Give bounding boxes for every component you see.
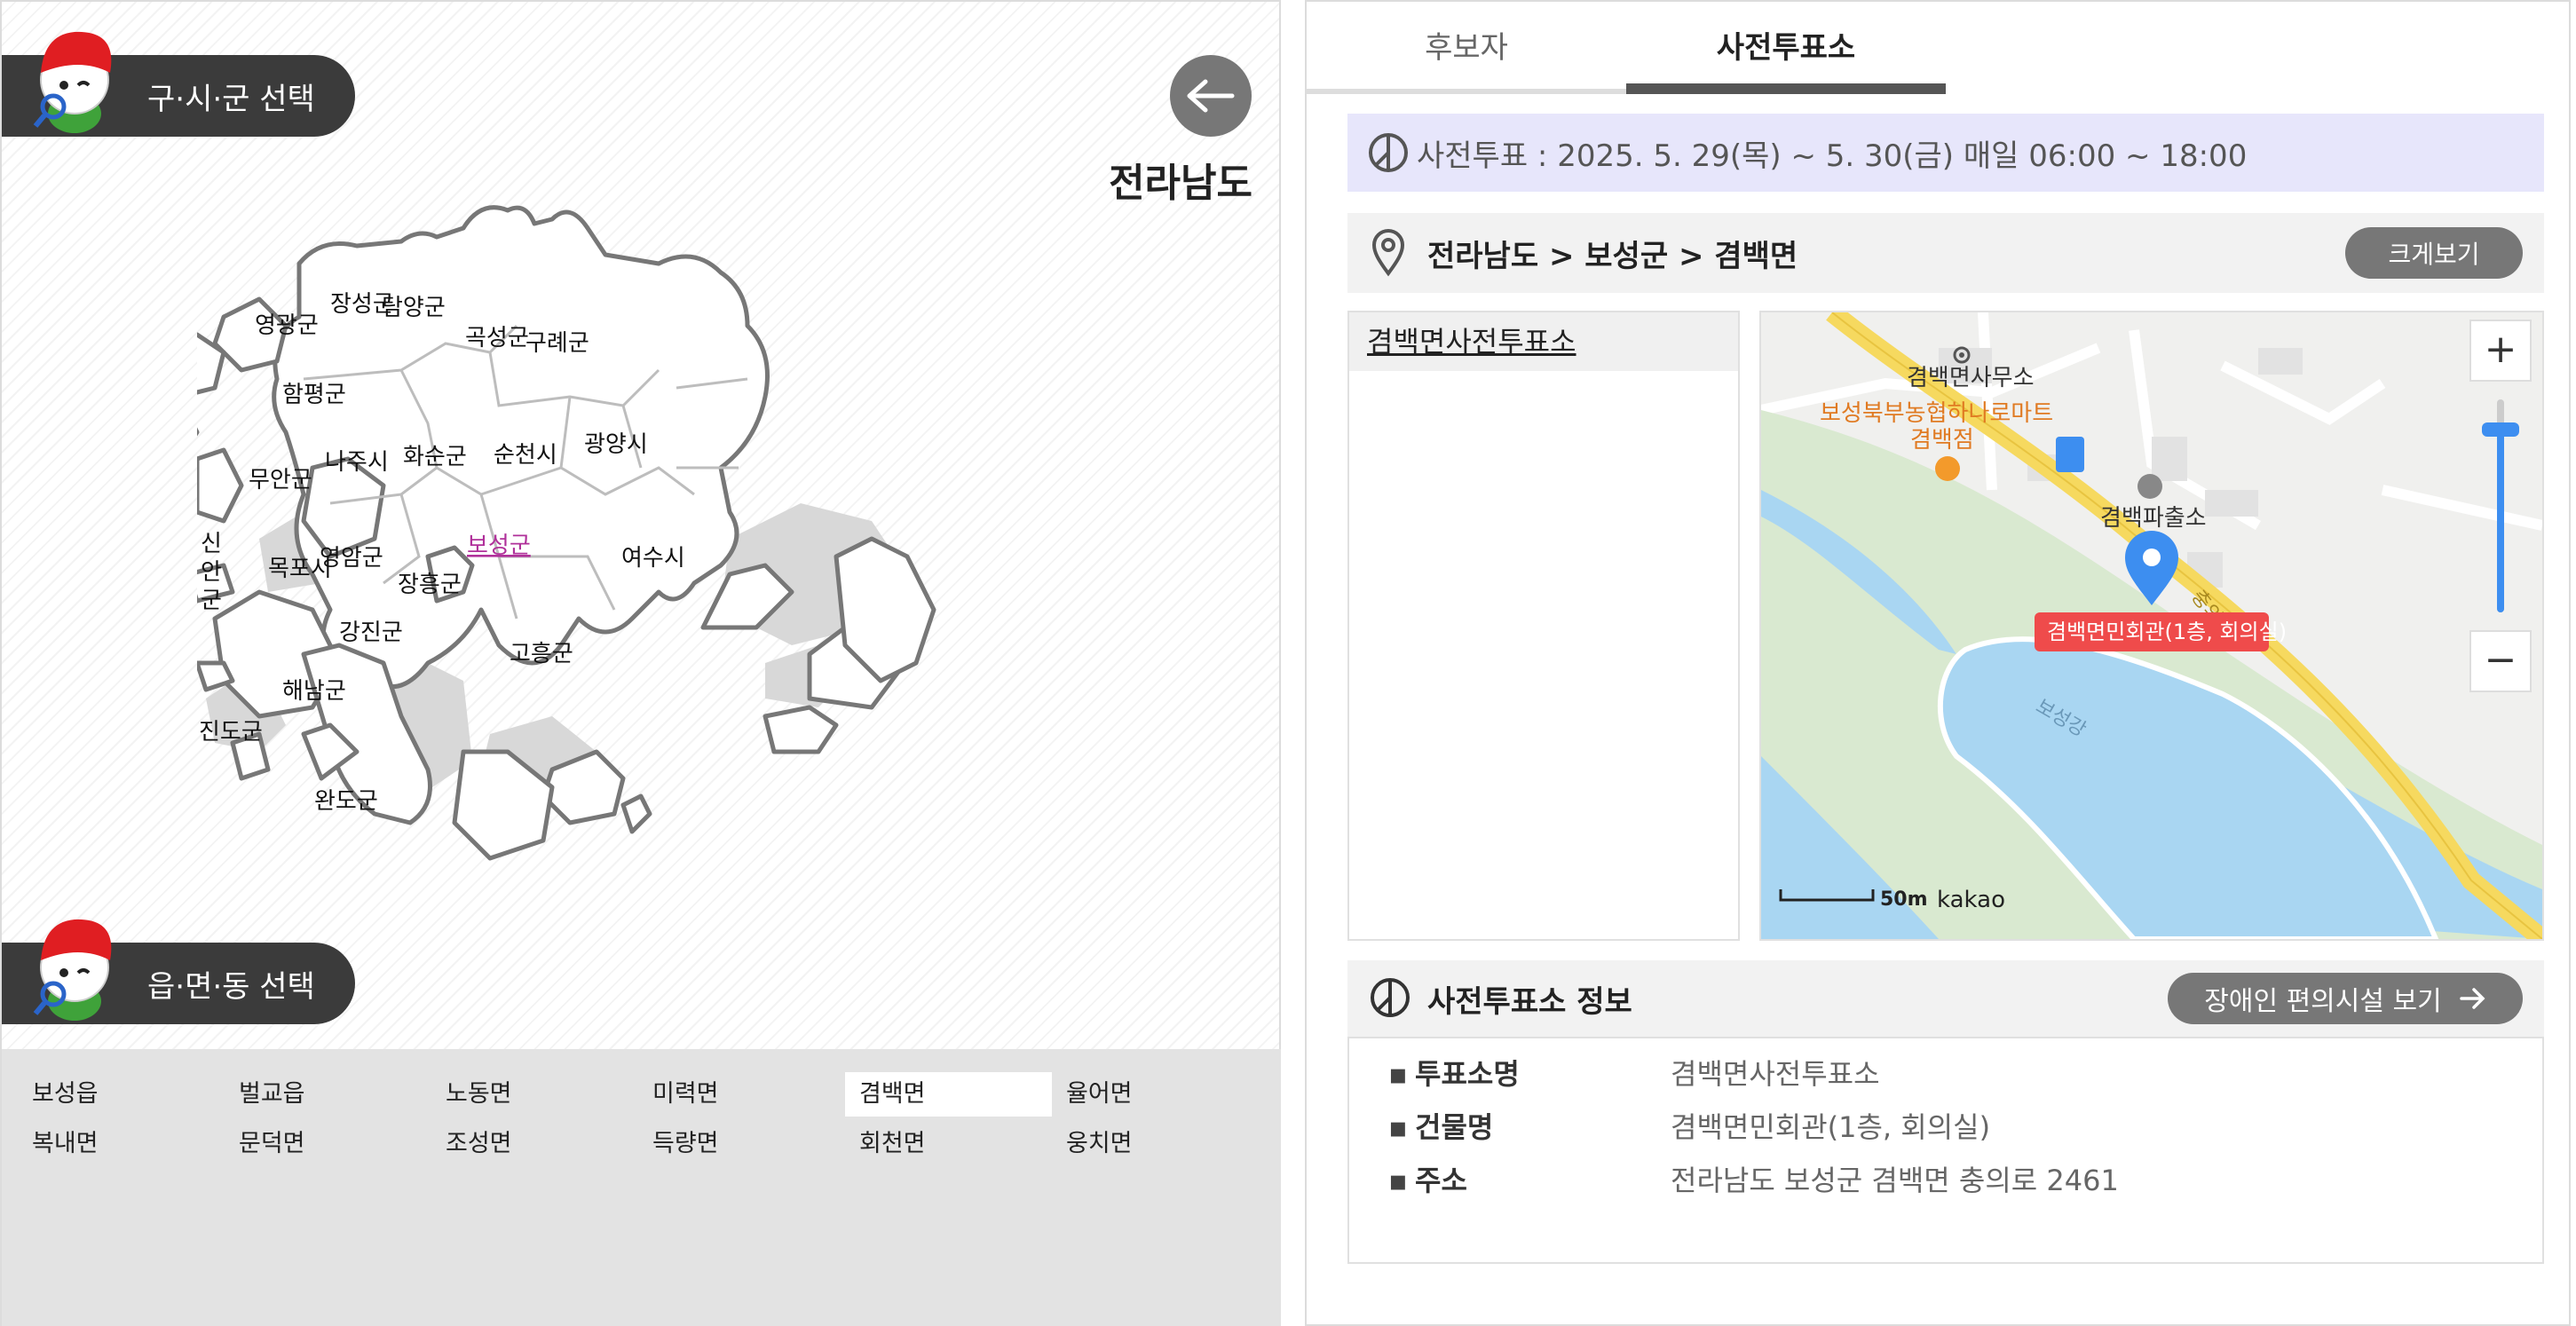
early-vote-notice: 사전투표 : 2025. 5. 29(목) ~ 5. 30(금) 매일 06:0… [1417, 138, 2248, 174]
map-label-goheung[interactable]: 고흥군 [510, 641, 573, 667]
info-row-place: ▪ 투표소명 겸백면사전투표소 [1349, 1047, 2542, 1101]
town-item[interactable]: 율어면 [1052, 1072, 1259, 1117]
town-item[interactable]: 조성면 [431, 1122, 638, 1166]
map-label-yeongam[interactable]: 영암군 [320, 545, 383, 572]
town-item[interactable]: 벌교읍 [225, 1072, 431, 1117]
town-select-label: 읍·면·동 선택 [147, 968, 315, 1005]
mascot-icon [33, 919, 112, 1021]
info-details: ▪ 투표소명 겸백면사전투표소 ▪ 건물명 겸백면민회관(1층, 회의실) ▪ … [1347, 1037, 2544, 1264]
polling-place-list: 겸백면사전투표소 [1347, 311, 1740, 941]
location-map[interactable]: 겸백면사무소 보성북부농협하나로마트 겸백점 겸백파출소 충의로 보성강 겸백면… [1759, 311, 2544, 941]
map-label-sinan-3: 군 [201, 588, 222, 614]
map-label-muan[interactable]: 무안군 [249, 467, 312, 493]
town-item[interactable]: 회천면 [845, 1122, 1052, 1166]
map-label-hampyeong[interactable]: 함평군 [282, 382, 346, 408]
town-item[interactable]: 보성읍 [18, 1072, 225, 1117]
zoom-in-button[interactable]: + [2469, 320, 2532, 382]
map-canvas[interactable]: 겸백면사무소 보성북부농협하나로마트 겸백점 겸백파출소 충의로 보성강 겸백면… [1761, 312, 2542, 939]
map-label-wando[interactable]: 완도군 [314, 788, 378, 815]
info-key: 투표소명 [1415, 1057, 1520, 1091]
marker-label: 겸백면민회관(1층, 회의실) [2047, 620, 2287, 644]
scale-label: 50m [1880, 888, 1928, 911]
map-label-damyang[interactable]: 담양군 [382, 295, 446, 321]
town-select-header: 읍·면·동 선택 [2, 919, 355, 1024]
map-label-gangjin[interactable]: 강진군 [339, 620, 403, 646]
zoom-control: + − [2469, 320, 2532, 692]
accessibility-label: 장애인 편의시설 보기 [2204, 986, 2442, 1017]
info-value: 전라남도 보성군 겸백면 충의로 2461 [1671, 1164, 2119, 1197]
map-poi-police: 겸백파출소 [2100, 505, 2207, 532]
tab-bar: 후보자 사전투표소 [1307, 2, 1946, 94]
ballot-stamp-icon [1369, 133, 1408, 172]
location-path: 전라남도 > 보성군 > 겸백면 [1427, 238, 1798, 274]
district-select-label: 구·시·군 선택 [147, 81, 315, 117]
map-label-yeosu[interactable]: 여수시 [621, 545, 685, 572]
map-label-hwasun[interactable]: 화순군 [403, 444, 467, 470]
arrow-left-icon [1187, 79, 1235, 113]
town-item[interactable]: 득량면 [638, 1122, 845, 1166]
tab-candidates[interactable]: 후보자 [1307, 2, 1626, 94]
info-header: 사전투표소 정보 장애인 편의시설 보기 [1347, 960, 2544, 1037]
map-label-yeonggwang[interactable]: 영광군 [255, 312, 319, 339]
polling-place-panel: 후보자 사전투표소 사전투표 : 2025. 5. 29(목) ~ 5. 30(… [1305, 0, 2571, 1326]
map-label-jindo[interactable]: 진도군 [199, 719, 263, 746]
location-pin-icon [1371, 229, 1405, 277]
map-poi-office: 겸백면사무소 [1907, 365, 2035, 391]
town-item-selected[interactable]: 겸백면 [845, 1072, 1052, 1117]
back-button[interactable] [1170, 55, 1252, 137]
bullet: ▪ [1388, 1057, 1408, 1091]
ballot-stamp-icon [1371, 978, 1410, 1017]
map-poi-mart-branch: 겸백점 [1910, 427, 1974, 454]
bullet: ▪ [1388, 1110, 1408, 1144]
info-value: 겸백면사전투표소 [1671, 1057, 1880, 1091]
town-item[interactable]: 문덕면 [225, 1122, 431, 1166]
map-label-naju[interactable]: 나주시 [325, 449, 389, 476]
town-list: 보성읍 벌교읍 노동면 미력면 겸백면 율어면 복내면 문덕면 조성면 득량면 … [2, 1049, 1281, 1326]
info-row-building: ▪ 건물명 겸백면민회관(1층, 회의실) [1349, 1101, 2542, 1154]
zoom-level-fill [2497, 433, 2504, 612]
info-row-address: ▪ 주소 전라남도 보성군 겸백면 충의로 2461 [1349, 1154, 2542, 1207]
kakao-logo: kakao [1937, 887, 2005, 913]
arrow-right-icon [2459, 988, 2485, 1009]
town-item[interactable]: 웅치면 [1052, 1122, 1259, 1166]
map-label-haenam[interactable]: 해남군 [282, 678, 346, 705]
map-label-gurye[interactable]: 구례군 [525, 330, 589, 357]
map-label-gwangyang[interactable]: 광양시 [584, 431, 648, 458]
bus-stop-icon [2056, 437, 2084, 472]
district-select-header: 구·시·군 선택 [2, 31, 355, 137]
map-poi-mart: 보성북부농협하나로마트 [1820, 400, 2053, 427]
bullet: ▪ [1388, 1164, 1408, 1197]
region-selector-panel: 구·시·군 선택 전라남도 영광군 장성군 담양군 곡성군 구례군 함평군 나주… [0, 0, 1281, 1326]
enlarge-map-button[interactable]: 크게보기 [2345, 227, 2523, 279]
info-value: 겸백면민회관(1층, 회의실) [1671, 1110, 1991, 1144]
polling-place-item[interactable]: 겸백면사전투표소 [1349, 312, 1738, 371]
location-bar: 전라남도 > 보성군 > 겸백면 크게보기 [1347, 213, 2544, 293]
town-item[interactable]: 노동면 [431, 1072, 638, 1117]
province-map: 영광군 장성군 담양군 곡성군 구례군 함평군 나주시 화순군 순천시 광양시 … [197, 205, 936, 861]
info-key: 주소 [1415, 1164, 1467, 1197]
zoom-out-button[interactable]: − [2469, 630, 2532, 692]
mascot-icon [33, 31, 112, 133]
info-title: 사전투표소 정보 [1427, 983, 1632, 1020]
police-icon [2137, 474, 2162, 499]
map-label-sinan-2: 안 [201, 559, 222, 586]
tab-early-voting[interactable]: 사전투표소 [1626, 2, 1946, 94]
info-key: 건물명 [1415, 1110, 1494, 1144]
town-item[interactable]: 복내면 [18, 1122, 225, 1166]
map-label-boseong[interactable]: 보성군 [467, 533, 531, 559]
map-label-jangheung[interactable]: 장흥군 [398, 572, 462, 598]
map-label-sinan[interactable]: 신 [201, 531, 222, 557]
map-label-suncheon[interactable]: 순천시 [494, 442, 557, 469]
early-vote-banner: 사전투표 : 2025. 5. 29(목) ~ 5. 30(금) 매일 06:0… [1347, 114, 2544, 192]
map-label-gokseong[interactable]: 곡성군 [465, 325, 529, 351]
shopping-icon [1935, 456, 1960, 481]
region-title: 전라남도 [1109, 161, 1252, 206]
zoom-slider-handle[interactable] [2482, 422, 2519, 437]
town-item[interactable]: 미력면 [638, 1072, 845, 1117]
accessibility-facilities-button[interactable]: 장애인 편의시설 보기 [2168, 973, 2523, 1024]
